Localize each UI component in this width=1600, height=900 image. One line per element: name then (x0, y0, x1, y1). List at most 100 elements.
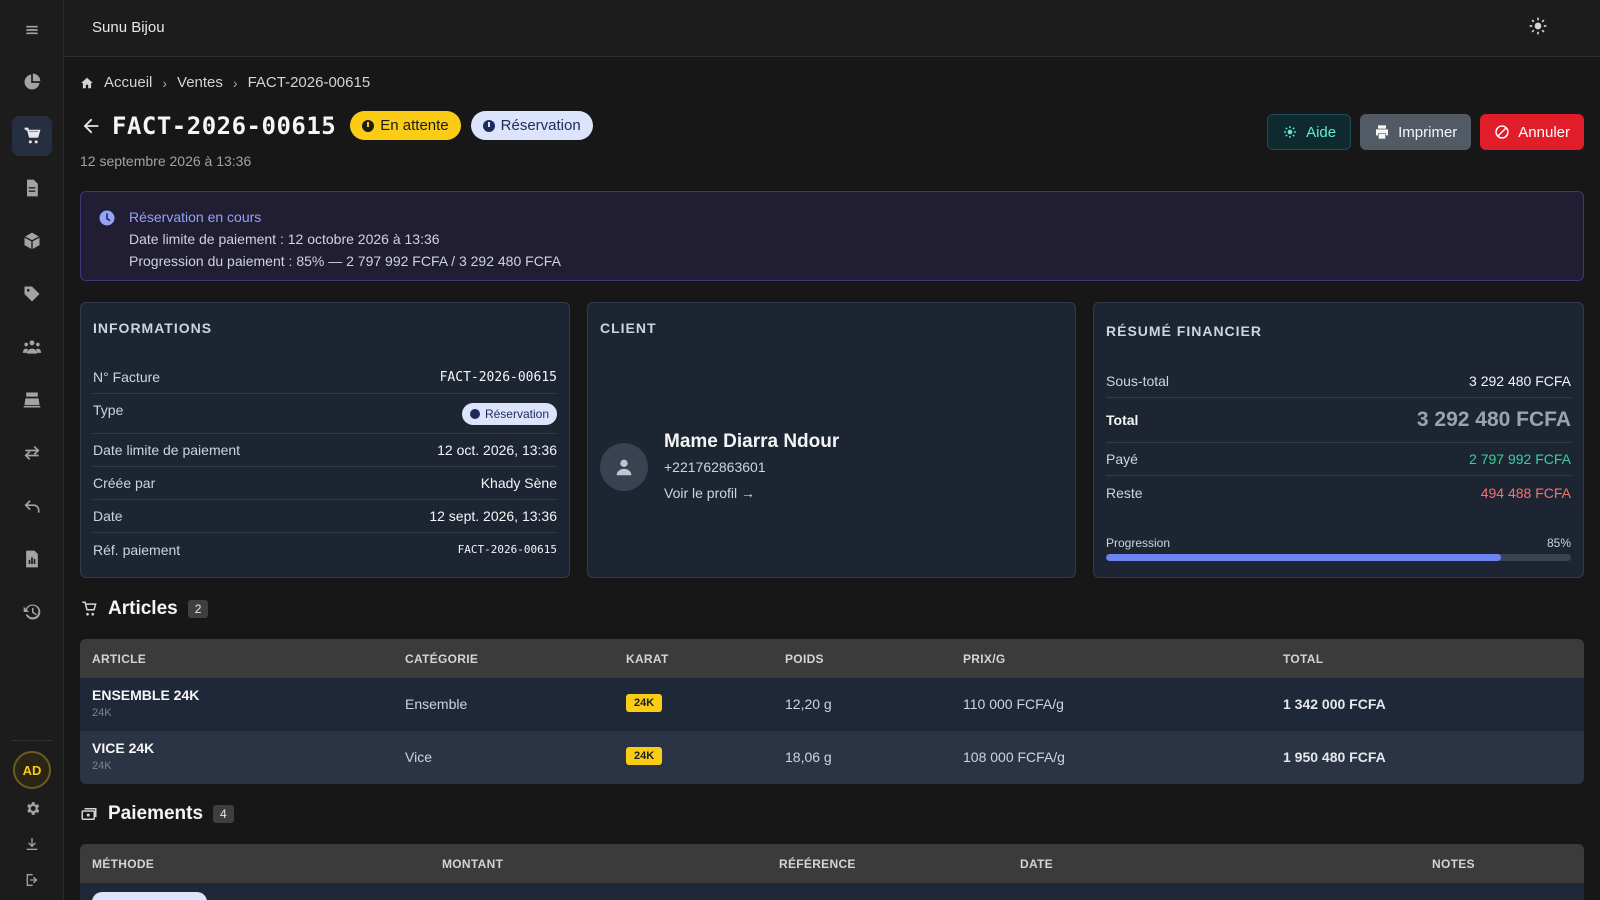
column-header: MONTANT (442, 857, 504, 871)
finance-label: Sous-total (1106, 373, 1170, 389)
type-badge: Réservation (461, 402, 557, 425)
article-price: 110 000 FCFA/g (963, 696, 1064, 712)
sidebar-item-products[interactable] (12, 221, 52, 261)
column-header: MÉTHODE (92, 857, 155, 871)
home-icon (81, 77, 93, 88)
breadcrumb-sales[interactable]: Ventes (177, 74, 223, 91)
info-label: Date (93, 508, 123, 524)
ban-icon (1495, 125, 1509, 139)
info-label: N° Facture (93, 369, 161, 385)
sidebar-item-cashier[interactable] (12, 380, 52, 420)
table-header: MÉTHODE MONTANT RÉFÉRENCE DATE NOTES (80, 844, 1584, 883)
column-header: CATÉGORIE (405, 652, 479, 666)
printer-icon (1376, 125, 1389, 139)
user-icon (616, 459, 632, 476)
settings-button[interactable] (12, 788, 52, 828)
column-header: TOTAL (1283, 652, 1324, 666)
table-row[interactable] (80, 883, 1584, 900)
lightbulb-icon (1284, 126, 1297, 138)
finance-row-subtotal: Sous-total 3 292 480 FCFA (1106, 365, 1571, 398)
article-sub: 24K (92, 707, 112, 719)
title-row: FACT-2026-00615 En attente Réservation (80, 111, 593, 140)
table-row[interactable]: ENSEMBLE 24K 24K Ensemble 24K 12,20 g 11… (80, 678, 1584, 731)
info-row-created-by: Créée par Khady Sène (93, 467, 557, 500)
type-badge: Réservation (470, 111, 593, 140)
cart-icon (82, 601, 97, 616)
article-name: VICE 24K (92, 740, 155, 756)
articles-section-title: Articles 2 (80, 598, 209, 620)
method-badge (92, 892, 207, 900)
articles-count: 2 (187, 600, 209, 618)
table-row[interactable]: VICE 24K 24K Vice 24K 18,06 g 108 000 FC… (80, 731, 1584, 784)
info-value: FACT-2026-00615 (439, 369, 557, 385)
print-button[interactable]: Imprimer (1360, 114, 1472, 150)
logout-icon (26, 874, 38, 886)
sidebar-item-reports[interactable] (12, 539, 52, 579)
article-total: 1 342 000 FCFA (1283, 696, 1386, 712)
avatar[interactable]: AD (13, 751, 51, 789)
info-label: Type (93, 402, 124, 418)
info-row-invoice: N° Facture FACT-2026-00615 (93, 361, 557, 394)
info-label: Créée par (93, 475, 156, 491)
alert-title: Réservation en cours (129, 209, 262, 225)
print-button-label: Imprimer (1398, 123, 1458, 141)
view-profile-link[interactable]: Voir le profil → (664, 485, 755, 501)
sidebar-item-dashboard[interactable] (12, 62, 52, 102)
progress-bar (1106, 554, 1571, 561)
back-button[interactable] (80, 115, 102, 137)
info-label: Date limite de paiement (93, 442, 241, 458)
column-header: POIDS (785, 652, 824, 666)
money-icon (81, 808, 97, 820)
hamburger-icon (26, 25, 38, 35)
status-badge: En attente (350, 111, 461, 140)
download-button[interactable] (12, 824, 52, 864)
sidebar-item-returns[interactable] (12, 486, 52, 526)
sidebar-item-tags[interactable] (12, 274, 52, 314)
cart-icon (24, 127, 41, 144)
sidebar-item-clients[interactable] (12, 327, 52, 367)
karat-badge: 24K (626, 694, 663, 712)
sidebar-item-history[interactable] (12, 592, 52, 632)
finance-row-total: Total 3 292 480 FCFA (1106, 398, 1571, 443)
info-value: FACT-2026-00615 (457, 543, 557, 556)
article-category: Ensemble (405, 696, 468, 712)
column-header: NOTES (1432, 857, 1475, 871)
header-actions: Aide Imprimer Annuler (1267, 114, 1584, 150)
type-badge-label: Réservation (500, 117, 581, 134)
sidebar-item-sales[interactable] (12, 116, 52, 156)
info-row-date: Date 12 sept. 2026, 13:36 (93, 500, 557, 533)
help-button-label: Aide (1306, 123, 1337, 141)
finance-row-paid: Payé 2 797 992 FCFA (1106, 443, 1571, 476)
logout-button[interactable] (12, 860, 52, 900)
menu-toggle-button[interactable] (12, 10, 52, 50)
sidebar-item-transfers[interactable] (12, 433, 52, 473)
finance-total-value: 3 292 480 FCFA (1416, 408, 1571, 431)
cancel-button[interactable]: Annuler (1480, 114, 1584, 150)
progress-percent: 85% (1546, 536, 1571, 550)
finance-rest-value: 494 488 FCFA (1480, 484, 1571, 501)
history-icon (23, 604, 41, 620)
info-card-heading: INFORMATIONS (93, 320, 213, 336)
finance-label: Payé (1106, 451, 1138, 467)
finance-label: Total (1106, 412, 1139, 428)
help-button[interactable]: Aide (1267, 114, 1352, 150)
undo-icon (24, 500, 40, 513)
cash-register-icon (23, 392, 41, 408)
theme-toggle-button[interactable] (1528, 16, 1552, 40)
report-icon (26, 550, 38, 568)
cancel-button-label: Annuler (1518, 123, 1570, 141)
alert-progress: Progression du paiement : 85% — 2 797 99… (129, 253, 561, 269)
progress-labels: Progression 85% (1106, 536, 1571, 550)
sidebar-item-documents[interactable] (12, 168, 52, 208)
pie-chart-icon (24, 73, 41, 90)
download-icon (26, 838, 38, 850)
finance-paid-value: 2 797 992 FCFA (1469, 451, 1571, 467)
clock-icon (362, 119, 375, 132)
breadcrumb-home[interactable]: Accueil (104, 74, 152, 91)
info-card: INFORMATIONS N° Facture FACT-2026-00615 … (80, 302, 570, 578)
app-title: Sunu Bijou (92, 19, 165, 36)
article-total: 1 950 480 FCFA (1283, 749, 1386, 765)
box-icon (24, 232, 40, 250)
client-card: CLIENT Mame Diarra Ndour +221762863601 V… (587, 302, 1076, 578)
type-badge-label: Réservation (484, 406, 549, 421)
